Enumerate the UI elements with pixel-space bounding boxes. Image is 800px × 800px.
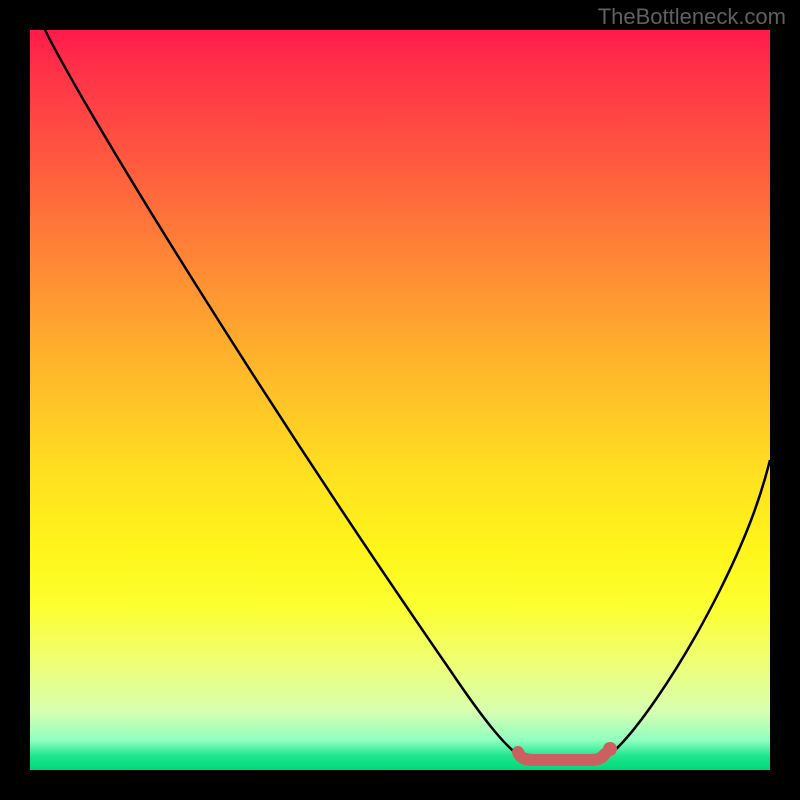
watermark-text: TheBottleneck.com xyxy=(598,4,786,30)
flat-zone-marker xyxy=(518,752,605,760)
chart-canvas xyxy=(30,30,770,770)
curve-right xyxy=(605,460,770,758)
flat-zone-end-dot xyxy=(603,742,617,756)
plot-area xyxy=(30,30,770,770)
curve-left xyxy=(45,30,525,760)
